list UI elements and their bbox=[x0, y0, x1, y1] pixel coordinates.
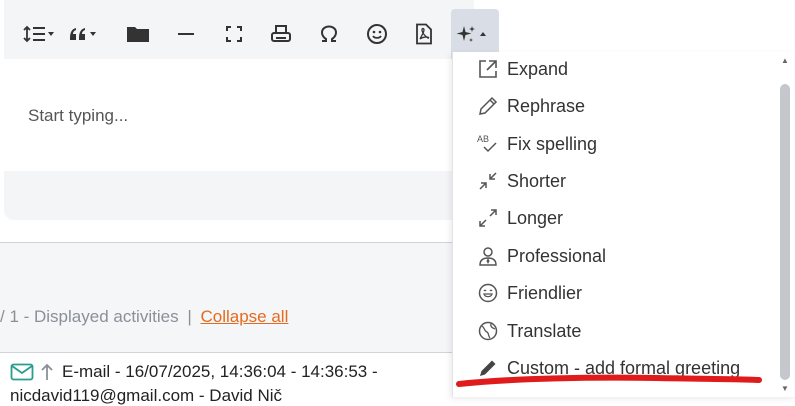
omega-icon bbox=[320, 25, 338, 42]
menu-item-fix-spelling[interactable]: AB Fix spelling bbox=[475, 129, 597, 159]
pencil-icon bbox=[475, 93, 501, 119]
menu-item-expand[interactable]: Expand bbox=[475, 54, 568, 84]
menu-item-rephrase[interactable]: Rephrase bbox=[475, 91, 585, 121]
menu-item-label: Professional bbox=[507, 245, 607, 266]
emoji-button[interactable] bbox=[359, 14, 395, 54]
dropdown-scrollbar[interactable]: ▲ ▼ bbox=[779, 52, 791, 397]
editor-text-area[interactable]: Start typing... bbox=[4, 59, 452, 171]
blockquote-button[interactable] bbox=[66, 14, 102, 54]
fullscreen-icon bbox=[226, 26, 242, 42]
emoji-icon bbox=[367, 24, 387, 44]
menu-item-translate[interactable]: Translate bbox=[475, 316, 581, 346]
insert-file-button[interactable] bbox=[120, 14, 156, 54]
editor-placeholder: Start typing... bbox=[28, 106, 129, 125]
shrink-icon bbox=[475, 168, 501, 194]
svg-text:AB: AB bbox=[477, 134, 489, 144]
menu-item-longer[interactable]: Longer bbox=[475, 203, 563, 233]
activities-separator: | bbox=[187, 307, 192, 326]
collapse-all-link[interactable]: Collapse all bbox=[200, 307, 288, 326]
export-pdf-button[interactable] bbox=[406, 14, 442, 54]
scroll-thumb[interactable] bbox=[780, 84, 790, 380]
line-height-button[interactable] bbox=[22, 14, 58, 54]
expand-arrows-icon bbox=[475, 205, 501, 231]
horizontal-rule-icon bbox=[178, 33, 194, 35]
menu-item-friendlier[interactable]: Friendlier bbox=[475, 278, 582, 308]
menu-item-label: Shorter bbox=[507, 170, 567, 191]
activity-title: E-mail - 16/07/2025, 14:36:04 - 14:36:53… bbox=[62, 362, 378, 381]
scroll-down-arrow-icon[interactable]: ▼ bbox=[781, 384, 789, 393]
ai-sparkle-icon bbox=[456, 26, 486, 42]
horizontal-rule-button[interactable] bbox=[168, 14, 204, 54]
external-link-icon bbox=[475, 56, 501, 82]
pdf-icon bbox=[416, 23, 432, 45]
red-underline-annotation bbox=[456, 374, 762, 387]
fullscreen-button[interactable] bbox=[216, 14, 252, 54]
ai-actions-dropdown: Expand Rephrase AB Fix spelling Shorter bbox=[452, 52, 795, 397]
menu-item-label: Fix spelling bbox=[507, 133, 598, 154]
activity-participants: nicdavid119@gmail.com - David Nič bbox=[10, 386, 283, 405]
editor-toolbar bbox=[4, 8, 499, 59]
menu-item-shorter[interactable]: Shorter bbox=[475, 166, 566, 196]
special-character-button[interactable] bbox=[311, 14, 347, 54]
menu-item-label: Rephrase bbox=[507, 95, 586, 116]
print-icon bbox=[271, 25, 291, 42]
menu-item-label: Translate bbox=[507, 320, 582, 341]
spellcheck-icon: AB bbox=[475, 131, 501, 157]
menu-item-professional[interactable]: Professional bbox=[475, 241, 606, 271]
menu-item-label: Longer bbox=[507, 207, 564, 228]
activity-header: E-mail - 16/07/2025, 14:36:04 - 14:36:53… bbox=[10, 362, 378, 382]
activities-header: / 1 - Displayed activities | Collapse al… bbox=[0, 307, 288, 327]
quote-icon bbox=[70, 28, 96, 40]
envelope-icon bbox=[10, 363, 34, 381]
folder-icon bbox=[127, 27, 149, 42]
activities-count-text: / 1 - Displayed activities bbox=[0, 307, 179, 326]
user-tie-icon bbox=[475, 243, 501, 269]
globe-icon bbox=[475, 318, 501, 344]
menu-item-label: Expand bbox=[507, 58, 569, 79]
scroll-up-arrow-icon[interactable]: ▲ bbox=[781, 56, 789, 65]
print-button[interactable] bbox=[263, 14, 299, 54]
smile-icon bbox=[475, 280, 501, 306]
line-height-icon bbox=[23, 25, 54, 43]
outgoing-arrow-icon bbox=[41, 363, 53, 380]
menu-item-label: Friendlier bbox=[507, 282, 583, 303]
